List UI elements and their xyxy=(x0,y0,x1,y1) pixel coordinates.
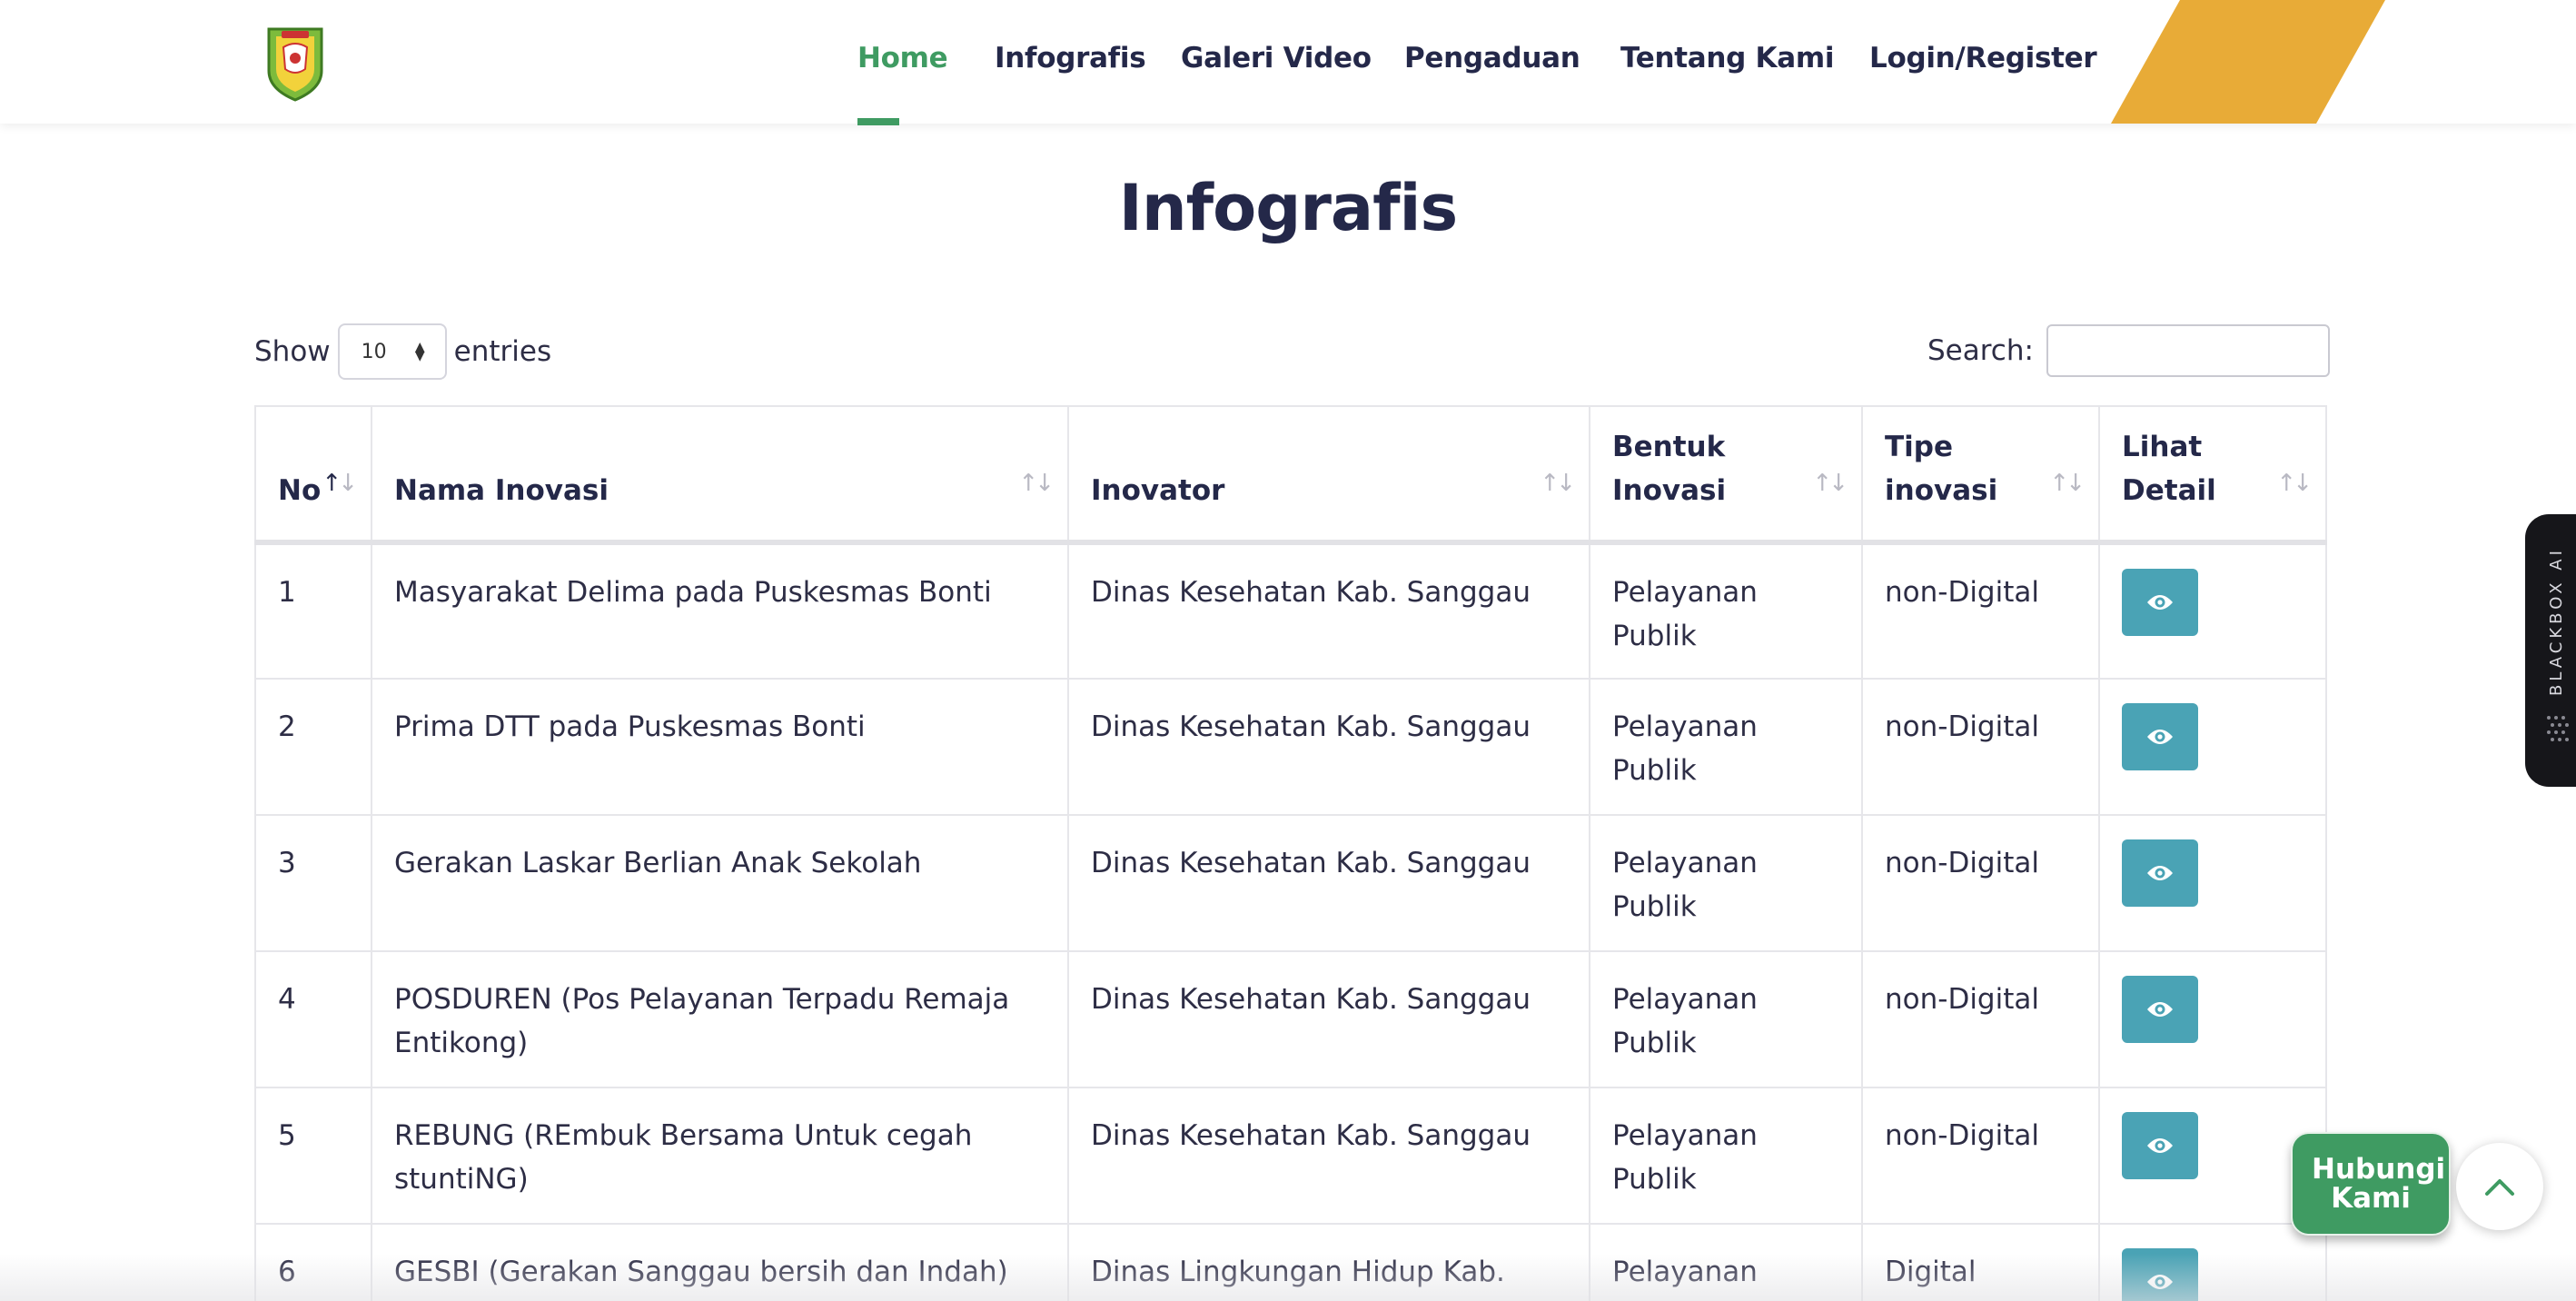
entries-select[interactable]: 10 ▲ ▼ xyxy=(337,323,447,380)
table-search: Search: xyxy=(1927,323,2330,378)
cell-inovator: Dinas Kesehatan Kab. Sanggau xyxy=(1067,678,1590,816)
search-label: Search: xyxy=(1927,334,2034,367)
cell-no: 2 xyxy=(254,678,372,816)
cell-no: 4 xyxy=(254,950,372,1088)
table-row: 6 GESBI (Gerakan Sanggau bersih dan Indah… xyxy=(254,1223,2327,1301)
side-tab-label: BLACKBOX AI xyxy=(2547,547,2566,696)
column-header-lihat-detail[interactable]: Lihat Detail ↑↓ xyxy=(2098,405,2327,545)
scroll-to-top-button[interactable] xyxy=(2456,1143,2543,1230)
view-detail-button[interactable] xyxy=(2122,976,2198,1043)
view-detail-button[interactable] xyxy=(2122,1112,2198,1179)
entries-label: entries xyxy=(453,335,552,368)
view-detail-button[interactable] xyxy=(2122,839,2198,907)
cell-inovator: Dinas Lingkungan Hidup Kab. xyxy=(1067,1223,1590,1301)
active-nav-indicator xyxy=(857,118,899,125)
column-header-no[interactable]: No ↑↓ xyxy=(254,405,372,545)
table-row: 3 Gerakan Laskar Berlian Anak Sekolah Dina… xyxy=(254,814,2327,952)
nav-galeri-video[interactable]: Galeri Video xyxy=(1181,42,1372,74)
table-body: 1 Masyarakat Delima pada Puskesmas Bonti D… xyxy=(254,541,2327,1301)
cell-tipe-inovasi: non-Digital xyxy=(1861,814,2100,952)
cell-lihat-detail xyxy=(2098,1223,2327,1301)
eye-icon xyxy=(2147,1138,2173,1153)
column-header-nama-inovasi[interactable]: Nama Inovasi ↑↓ xyxy=(371,405,1069,545)
nav-login-register[interactable]: Login/Register xyxy=(1869,42,2097,74)
eye-icon xyxy=(2147,1002,2173,1017)
select-updown-icon: ▲ ▼ xyxy=(414,340,425,363)
cell-lihat-detail xyxy=(2098,814,2327,952)
hubungi-kami-label: Hubungi Kami xyxy=(2312,1153,2446,1215)
cell-lihat-detail xyxy=(2098,678,2327,816)
sort-icon: ↑↓ xyxy=(2049,470,2086,497)
cell-inovator: Dinas Kesehatan Kab. Sanggau xyxy=(1067,1087,1590,1225)
hubungi-kami-button[interactable]: Hubungi Kami xyxy=(2291,1132,2451,1236)
cell-nama-inovasi: Gerakan Laskar Berlian Anak Sekolah xyxy=(371,814,1069,952)
cell-inovator: Dinas Kesehatan Kab. Sanggau xyxy=(1067,950,1590,1088)
table-row: 1 Masyarakat Delima pada Puskesmas Bonti D… xyxy=(254,541,2327,680)
show-label: Show xyxy=(254,335,331,368)
cell-inovator: Dinas Kesehatan Kab. Sanggau xyxy=(1067,814,1590,952)
cell-tipe-inovasi: non-Digital xyxy=(1861,678,2100,816)
cell-tipe-inovasi: non-Digital xyxy=(1861,541,2100,680)
nav-home[interactable]: Home xyxy=(857,42,948,74)
chevron-up-icon xyxy=(2485,1179,2514,1196)
entries-select-value: 10 xyxy=(361,340,387,363)
eye-icon xyxy=(2147,1275,2173,1289)
column-header-bentuk-inovasi[interactable]: Bentuk Inovasi ↑↓ xyxy=(1589,405,1863,545)
cell-tipe-inovasi: non-Digital xyxy=(1861,1087,2100,1225)
eye-icon xyxy=(2147,595,2173,610)
infografis-table: No ↑↓ Nama Inovasi ↑↓ Inovator ↑↓ Bentuk… xyxy=(254,405,2327,1301)
cell-nama-inovasi: POSDUREN (Pos Pelayanan Terpadu Remaja E… xyxy=(371,950,1069,1088)
cell-nama-inovasi: Masyarakat Delima pada Puskesmas Bonti xyxy=(371,541,1069,680)
cell-no: 5 xyxy=(254,1087,372,1225)
sort-icon: ↑↓ xyxy=(1018,470,1055,497)
page-title: Infografis xyxy=(1118,171,1458,245)
sort-icon: ↑↓ xyxy=(2276,470,2313,497)
cell-bentuk-inovasi: Pelayanan Publik xyxy=(1589,541,1863,680)
dots-icon xyxy=(2547,716,2569,741)
cell-bentuk-inovasi: Pelayanan Publik xyxy=(1589,950,1863,1088)
sort-ascending-icon: ↑↓ xyxy=(322,470,358,497)
table-row: 4 POSDUREN (Pos Pelayanan Terpadu Remaja … xyxy=(254,950,2327,1088)
cell-bentuk-inovasi: Pelayanan Publik xyxy=(1589,678,1863,816)
nav-tentang-kami[interactable]: Tentang Kami xyxy=(1620,42,1834,74)
cell-nama-inovasi: Prima DTT pada Puskesmas Bonti xyxy=(371,678,1069,816)
sort-icon: ↑↓ xyxy=(1540,470,1576,497)
blackbox-ai-side-tab[interactable]: BLACKBOX AI xyxy=(2525,514,2576,787)
cell-no: 3 xyxy=(254,814,372,952)
cell-nama-inovasi: REBUNG (REmbuk Bersama Untuk cegah stunt… xyxy=(371,1087,1069,1225)
cell-tipe-inovasi: Digital xyxy=(1861,1223,2100,1301)
cell-lihat-detail xyxy=(2098,950,2327,1088)
nav-infografis[interactable]: Infografis xyxy=(995,42,1146,74)
cell-nama-inovasi: GESBI (Gerakan Sanggau bersih dan Indah) xyxy=(371,1223,1069,1301)
cell-tipe-inovasi: non-Digital xyxy=(1861,950,2100,1088)
logo-emblem-icon[interactable] xyxy=(263,24,327,102)
cell-inovator: Dinas Kesehatan Kab. Sanggau xyxy=(1067,541,1590,680)
cell-no: 1 xyxy=(254,541,372,680)
cell-no: 6 xyxy=(254,1223,372,1301)
view-detail-button[interactable] xyxy=(2122,1248,2198,1301)
decorative-accent-shape xyxy=(2111,0,2385,124)
nav-pengaduan[interactable]: Pengaduan xyxy=(1404,42,1580,74)
site-header: Home Infografis Galeri Video Pengaduan T… xyxy=(0,0,2576,125)
search-input[interactable] xyxy=(2046,324,2330,377)
column-header-inovator[interactable]: Inovator ↑↓ xyxy=(1067,405,1590,545)
eye-icon xyxy=(2147,866,2173,880)
sort-icon: ↑↓ xyxy=(1812,470,1848,497)
cell-lihat-detail xyxy=(2098,541,2327,680)
view-detail-button[interactable] xyxy=(2122,569,2198,636)
table-row: 5 REBUNG (REmbuk Bersama Untuk cegah stun… xyxy=(254,1087,2327,1225)
view-detail-button[interactable] xyxy=(2122,703,2198,770)
eye-icon xyxy=(2147,730,2173,744)
cell-bentuk-inovasi: Pelayanan Publik xyxy=(1589,814,1863,952)
table-row: 2 Prima DTT pada Puskesmas Bonti Dinas Kes… xyxy=(254,678,2327,816)
column-header-tipe-inovasi[interactable]: Tipe inovasi ↑↓ xyxy=(1861,405,2100,545)
table-header-row: No ↑↓ Nama Inovasi ↑↓ Inovator ↑↓ Bentuk… xyxy=(254,405,2327,545)
cell-bentuk-inovasi: Pelayanan xyxy=(1589,1223,1863,1301)
cell-bentuk-inovasi: Pelayanan Publik xyxy=(1589,1087,1863,1225)
entries-length-control: Show 10 ▲ ▼ entries xyxy=(254,323,551,380)
